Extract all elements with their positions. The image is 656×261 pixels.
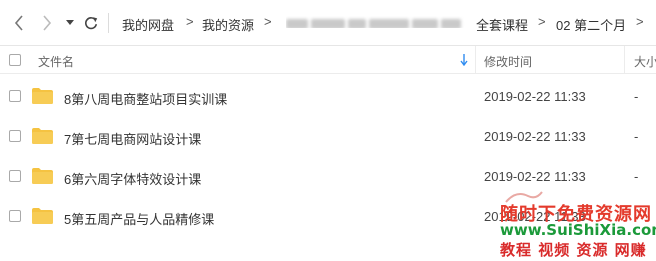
folder-icon — [32, 88, 53, 104]
file-name-link[interactable]: 6第六周字体特效设计课 — [64, 169, 201, 188]
chevron-left-icon — [14, 15, 23, 31]
breadcrumb-separator-icon: > — [538, 14, 546, 29]
column-divider[interactable] — [624, 46, 625, 74]
row-checkbox[interactable] — [9, 170, 21, 182]
nav-divider — [108, 13, 109, 33]
breadcrumb-separator-icon: > — [264, 14, 272, 29]
breadcrumb-all-courses[interactable]: 全套课程 — [476, 15, 528, 34]
file-size: - — [634, 169, 639, 184]
column-header-modified[interactable]: 修改时间 — [484, 53, 532, 70]
breadcrumb-my-disk[interactable]: 我的网盘 — [122, 15, 174, 34]
table-row[interactable]: 7第七周电商网站设计课 2019-02-22 11:33 - — [0, 116, 656, 156]
breadcrumb-my-resources[interactable]: 我的资源 — [202, 15, 254, 34]
column-header-size[interactable]: 大小 — [634, 53, 656, 70]
folder-icon — [32, 128, 53, 144]
row-checkbox[interactable] — [9, 130, 21, 142]
folder-icon — [32, 208, 53, 224]
folder-icon — [32, 168, 53, 184]
breadcrumb-separator-icon: > — [636, 14, 644, 29]
site-watermark: 随时下免费资源网 www.SuiShiXia.com 教程 视频 资源 网赚 — [486, 190, 656, 261]
select-all-checkbox[interactable] — [9, 54, 21, 66]
file-size: - — [634, 89, 639, 104]
column-divider[interactable] — [475, 46, 476, 74]
column-header-filename[interactable]: 文件名 — [38, 53, 74, 70]
file-size: - — [634, 129, 639, 144]
navigation-bar: 我的网盘 > 我的资源 > 全套课程 > 02 第二个月 > — [0, 0, 656, 46]
forward-button[interactable] — [36, 10, 58, 36]
breadcrumb-second-month[interactable]: 02 第二个月 — [556, 15, 626, 34]
file-modified-time: 2019-02-22 11:33 — [484, 89, 586, 104]
breadcrumb-separator-icon: > — [186, 14, 194, 29]
watermark-slogan: 教程 视频 资源 网赚 — [500, 241, 647, 259]
caret-down-icon — [66, 20, 74, 25]
file-table-header: 文件名 修改时间 大小 — [0, 46, 656, 74]
file-modified-time: 2019-02-22 11:33 — [484, 129, 586, 144]
file-name-link[interactable]: 7第七周电商网站设计课 — [64, 129, 201, 148]
chevron-right-icon — [43, 15, 52, 31]
file-name-link[interactable]: 5第五周产品与人品精修课 — [64, 209, 214, 228]
breadcrumb-blurred-folder[interactable] — [286, 16, 466, 28]
history-dropdown-button[interactable] — [62, 10, 78, 36]
table-row[interactable]: 8第八周电商整站项目实训课 2019-02-22 11:33 - — [0, 76, 656, 116]
row-checkbox[interactable] — [9, 210, 21, 222]
file-name-link[interactable]: 8第八周电商整站项目实训课 — [64, 89, 227, 108]
watermark-url: www.SuiShiXia.com — [500, 221, 656, 239]
row-checkbox[interactable] — [9, 90, 21, 102]
back-button[interactable] — [8, 10, 30, 36]
refresh-button[interactable] — [82, 10, 100, 36]
refresh-icon — [85, 17, 98, 30]
sort-down-arrow-icon[interactable] — [460, 54, 468, 66]
file-modified-time: 2019-02-22 11:33 — [484, 169, 586, 184]
